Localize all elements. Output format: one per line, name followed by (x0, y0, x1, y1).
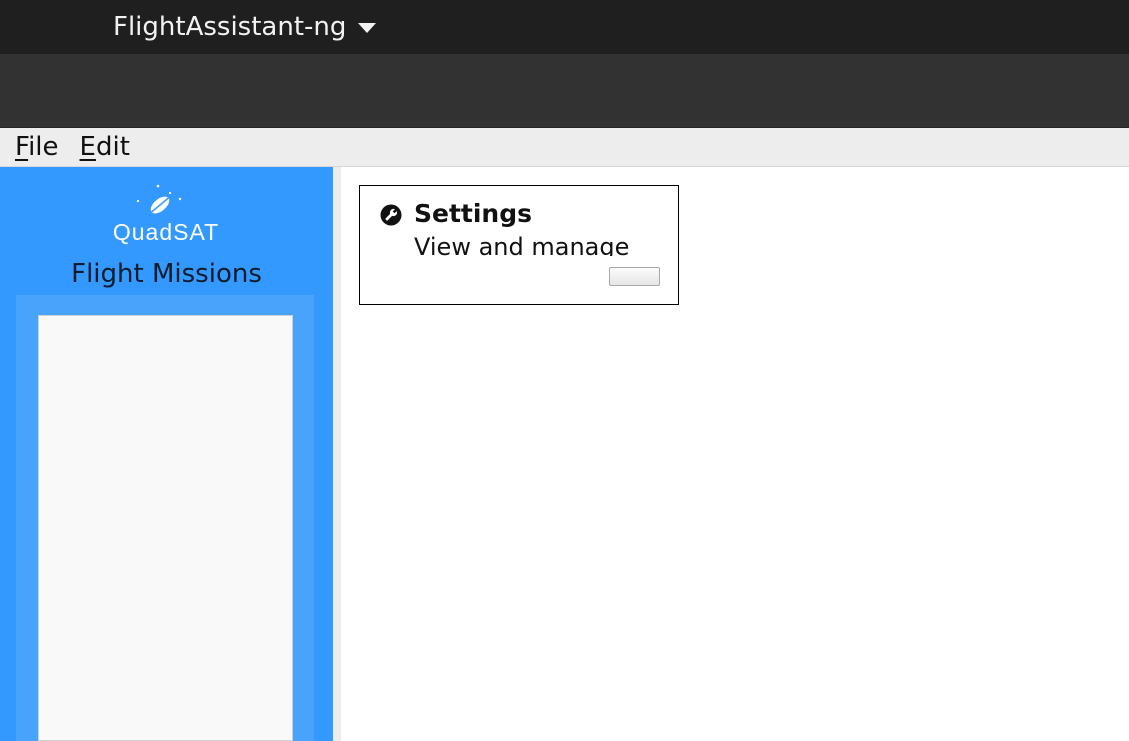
mission-list[interactable] (38, 315, 293, 741)
satellite-icon (136, 184, 182, 214)
chevron-down-icon (358, 23, 377, 33)
wrench-icon (380, 204, 402, 226)
splitter-handle[interactable] (333, 167, 341, 741)
menu-file-mnemonic: F (15, 132, 29, 162)
menu-edit-label: dit (95, 132, 130, 162)
menu-file[interactable]: File (0, 128, 59, 166)
quadsat-logo: QuadSAT (100, 183, 232, 245)
app-menu[interactable]: FlightAssistant-ng (113, 10, 377, 44)
window-title-bar (0, 54, 1129, 128)
logo-wordmark: QuadSAT (112, 219, 220, 245)
sidebar-title: Flight Missions (71, 259, 262, 289)
settings-description: View and manage (414, 233, 630, 256)
sidebar: QuadSAT Flight Missions (0, 167, 333, 741)
app-name: FlightAssistant-ng (113, 12, 347, 42)
settings-more-button[interactable]: ... (609, 267, 660, 286)
menu-edit-mnemonic: E (79, 132, 96, 162)
menu-file-label: ile (28, 132, 59, 162)
settings-card[interactable]: Settings View and manage ... (359, 185, 679, 305)
mission-list-frame (16, 295, 314, 741)
main-content: Settings View and manage ... (341, 167, 1129, 741)
system-top-bar: FlightAssistant-ng (0, 0, 1129, 54)
settings-title: Settings (414, 199, 533, 228)
menu-bar: File Edit (0, 128, 1129, 167)
menu-edit[interactable]: Edit (65, 128, 130, 166)
